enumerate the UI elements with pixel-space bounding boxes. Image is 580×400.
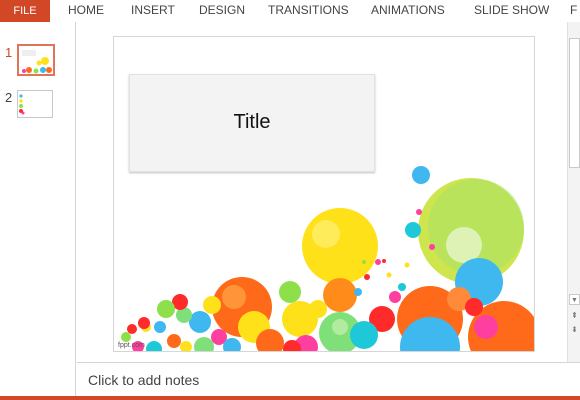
notes-placeholder: Click to add notes	[88, 372, 200, 388]
status-bar-strip	[0, 396, 580, 400]
slide-canvas[interactable]: Title fppt.com	[113, 36, 535, 352]
tab-truncated[interactable]: F	[570, 0, 577, 22]
tab-slide-show[interactable]: SLIDE SHOW	[474, 0, 549, 22]
tab-transitions[interactable]: TRANSITIONS	[268, 0, 349, 22]
thumbnail-2-image	[19, 94, 25, 115]
scrollbar-thumb[interactable]	[569, 38, 580, 168]
file-tab[interactable]: FILE	[0, 0, 50, 22]
tab-design[interactable]: DESIGN	[199, 0, 245, 22]
thumbnail-number-1: 1	[5, 45, 13, 60]
slide-editing-area: Title fppt.com	[77, 22, 567, 362]
vertical-scrollbar[interactable]: ▼ ⇞ ⇟	[567, 22, 580, 362]
slide-thumbnail-2[interactable]	[17, 90, 53, 118]
tab-insert[interactable]: INSERT	[131, 0, 175, 22]
slide-title: Title	[233, 111, 271, 133]
notes-pane[interactable]: Click to add notes	[77, 362, 580, 396]
previous-slide-icon[interactable]: ⇞	[569, 310, 580, 321]
tab-home[interactable]: HOME	[68, 0, 104, 22]
scroll-down-icon[interactable]: ▼	[569, 294, 580, 305]
slide-thumbnail-pane: 1 2	[0, 22, 76, 398]
ribbon-tab-bar: FILE HOME INSERT DESIGN TRANSITIONS ANIM…	[0, 0, 580, 22]
title-placeholder[interactable]: Title	[129, 74, 375, 172]
thumbnail-1-image	[22, 50, 52, 74]
slide-thumbnail-1[interactable]	[17, 44, 55, 76]
next-slide-icon[interactable]: ⇟	[569, 324, 580, 335]
thumbnail-number-2: 2	[5, 90, 13, 105]
credit-text: fppt.com	[118, 342, 145, 349]
tab-animations[interactable]: ANIMATIONS	[371, 0, 445, 22]
